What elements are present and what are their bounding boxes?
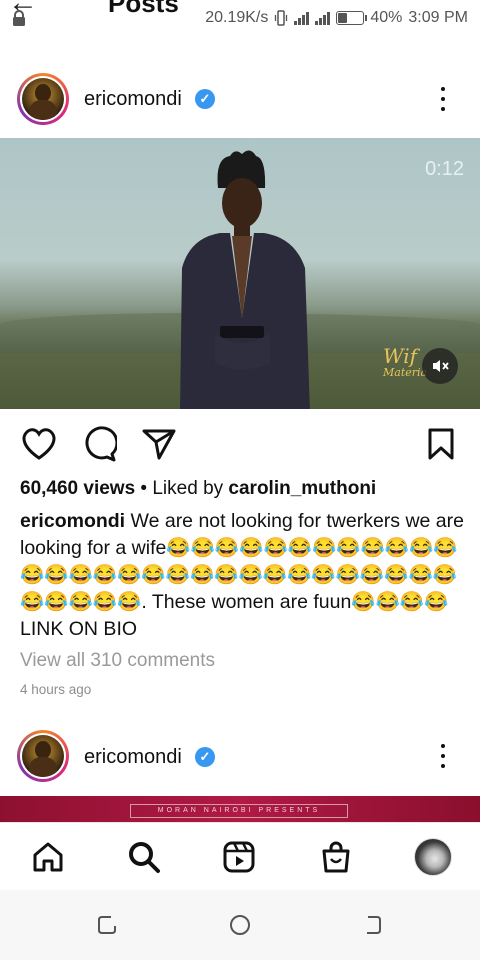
status-indicators: 20.19K/s 40% 3:09 PM	[205, 9, 468, 27]
video-timestamp: 0:12	[425, 158, 464, 180]
status-bar: ← Posts 20.19K/s 40% 3:09 PM	[0, 0, 480, 38]
battery-percent: 40%	[370, 9, 403, 26]
clock: 3:09 PM	[408, 9, 468, 26]
liked-by-user[interactable]: carolin_muthoni	[228, 478, 376, 499]
home-icon[interactable]	[28, 837, 68, 877]
video-watermark: Wif Materia	[383, 344, 428, 379]
mute-icon[interactable]	[422, 348, 458, 384]
page-title: Posts	[108, 0, 179, 18]
post-avatar[interactable]	[17, 73, 69, 125]
vibrate-icon	[275, 10, 288, 26]
caption-username[interactable]: ericomondi	[20, 510, 125, 532]
network-speed: 20.19K/s	[205, 9, 269, 26]
comment-icon[interactable]	[80, 426, 118, 462]
views-count[interactable]: 60,460 views	[20, 478, 135, 499]
post-username[interactable]: ericomondi	[84, 88, 182, 111]
search-icon[interactable]	[124, 837, 164, 877]
profile-avatar[interactable]	[413, 837, 453, 877]
more-options-icon[interactable]	[433, 87, 453, 111]
views-liked-by: 60,460 views • Liked by carolin_muthoni	[20, 478, 377, 499]
post-time: 4 hours ago	[20, 682, 92, 697]
home-button-icon[interactable]	[227, 912, 253, 938]
video-subject	[180, 150, 310, 409]
post-video[interactable]: 0:12 Wif Materia	[0, 138, 480, 409]
signal-icon-2	[315, 11, 331, 25]
verified-badge-icon-2: ✓	[195, 747, 215, 767]
bottom-nav	[0, 822, 480, 891]
recent-apps-icon[interactable]	[94, 912, 120, 938]
view-all-comments-link[interactable]: View all 310 comments	[20, 650, 215, 672]
post-caption: ericomondi We are not looking for twerke…	[20, 508, 465, 643]
heart-icon[interactable]	[20, 426, 58, 462]
send-icon[interactable]	[140, 426, 178, 462]
verified-badge-icon: ✓	[195, 89, 215, 109]
lock-icon	[13, 10, 25, 26]
back-button-icon[interactable]	[360, 912, 386, 938]
bookmark-icon[interactable]	[424, 426, 458, 462]
signal-icon	[294, 11, 310, 25]
reels-icon[interactable]	[219, 837, 259, 877]
system-nav-bar	[0, 890, 480, 960]
shop-icon[interactable]	[316, 837, 356, 877]
banner-text: MORAN NAIROBI PRESENTS	[130, 804, 348, 818]
post2-avatar[interactable]	[17, 730, 69, 782]
battery-icon	[336, 11, 368, 25]
post2-username[interactable]: ericomondi	[84, 746, 182, 769]
more-options-icon-2[interactable]	[433, 744, 453, 768]
